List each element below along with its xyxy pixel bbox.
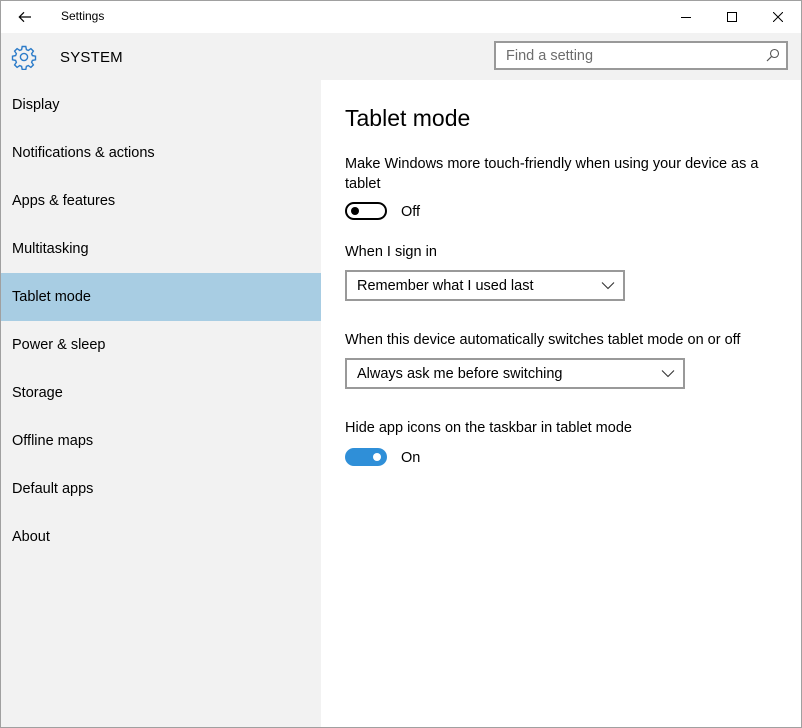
search-input[interactable] [496, 43, 766, 68]
touch-friendly-description: Make Windows more touch-friendly when us… [345, 156, 759, 192]
page-title: Tablet mode [345, 105, 471, 131]
signin-label: When I sign in [345, 244, 437, 260]
minimize-button[interactable] [663, 1, 709, 33]
sidebar-item-default-apps[interactable]: Default apps [1, 465, 321, 513]
maximize-button[interactable] [709, 1, 755, 33]
close-button[interactable] [755, 1, 801, 33]
toggle-knob [373, 453, 381, 461]
chevron-down-icon [601, 282, 615, 290]
chevron-down-icon [661, 370, 675, 378]
close-icon [773, 12, 783, 22]
minimize-icon [681, 17, 691, 18]
sidebar-item-display[interactable]: Display [1, 81, 321, 129]
hide-icons-toggle[interactable] [345, 448, 387, 466]
hide-icons-toggle-state: On [401, 450, 421, 466]
sidebar-item-storage[interactable]: Storage [1, 369, 321, 417]
auto-switch-dropdown-value: Always ask me before switching [357, 366, 563, 382]
hide-icons-label: Hide app icons on the taskbar in tablet … [345, 420, 632, 436]
back-arrow-icon [18, 11, 31, 23]
back-button[interactable] [13, 7, 37, 27]
sidebar-item-tablet-mode[interactable]: Tablet mode [1, 273, 321, 321]
maximize-icon [727, 12, 737, 22]
settings-window: Settings SYSTEM Find a setting Display N… [0, 0, 802, 728]
signin-dropdown[interactable]: Remember what I used last [345, 270, 625, 301]
sidebar-nav: Display Notifications & actions Apps & f… [1, 80, 321, 727]
sidebar-item-multitasking[interactable]: Multitasking [1, 225, 321, 273]
toggle-knob [351, 207, 359, 215]
sidebar-item-notifications[interactable]: Notifications & actions [1, 129, 321, 177]
sidebar-item-about[interactable]: About [1, 513, 321, 561]
window-title: Settings [61, 9, 105, 23]
sidebar-item-power-sleep[interactable]: Power & sleep [1, 321, 321, 369]
section-header: SYSTEM [1, 33, 801, 80]
auto-switch-label: When this device automatically switches … [345, 332, 741, 348]
search-box[interactable] [494, 41, 788, 70]
title-bar: Settings [1, 1, 801, 33]
settings-content: Tablet mode Make Windows more touch-frie… [321, 80, 801, 727]
touch-friendly-toggle-state: Off [401, 204, 421, 220]
section-title: SYSTEM [60, 49, 123, 66]
touch-friendly-toggle[interactable] [345, 202, 387, 220]
auto-switch-dropdown[interactable]: Always ask me before switching [345, 358, 685, 389]
sidebar-item-apps-features[interactable]: Apps & features [1, 177, 321, 225]
signin-dropdown-value: Remember what I used last [357, 278, 534, 294]
sidebar-item-offline-maps[interactable]: Offline maps [1, 417, 321, 465]
search-icon[interactable] [766, 48, 780, 62]
gear-icon [11, 45, 37, 70]
